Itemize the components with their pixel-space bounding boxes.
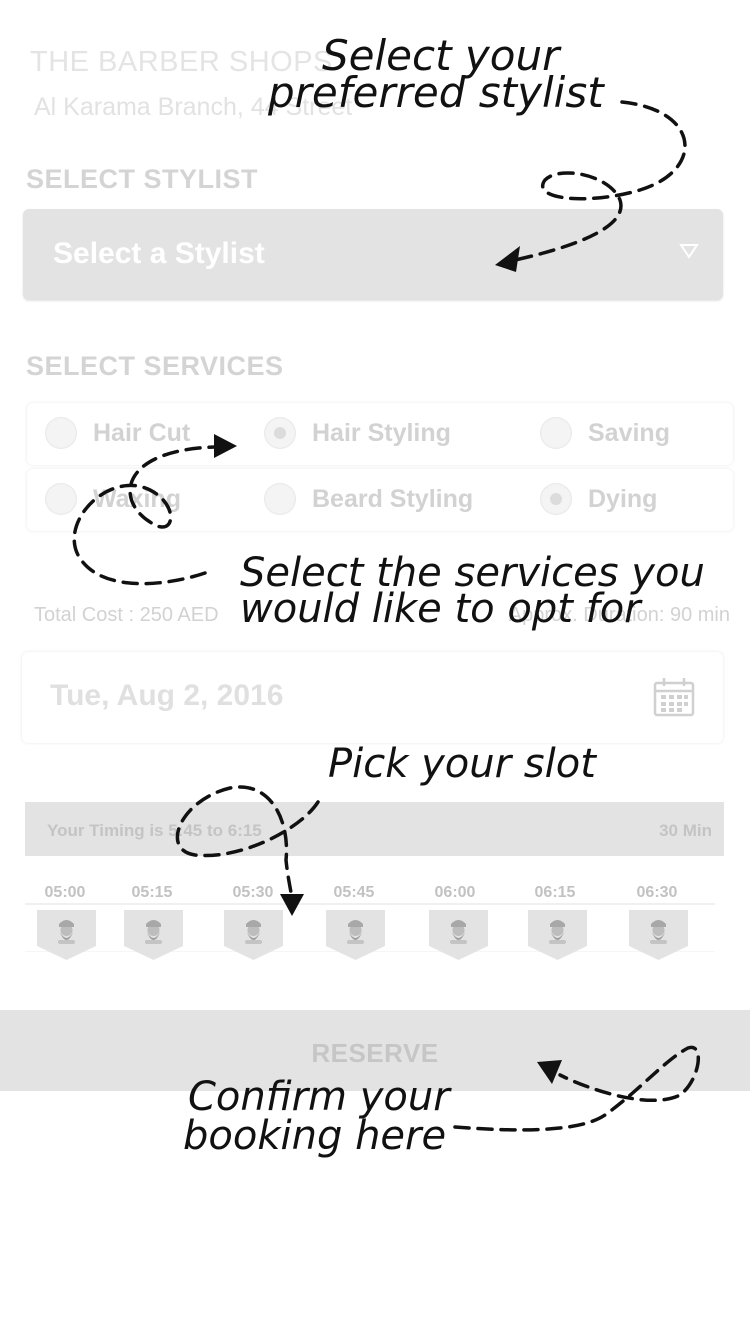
arrowhead-stylist (495, 246, 520, 272)
arrowhead-slot (280, 894, 304, 916)
annotation-arrows (72, 100, 701, 1132)
arrowhead-confirm (537, 1060, 562, 1084)
dashed-arrow-stylist (513, 100, 687, 262)
arrowhead-services (214, 434, 237, 458)
dashed-arrow-services (72, 445, 217, 586)
dashed-arrow-slot (175, 785, 320, 902)
dashed-arrow-confirm (453, 1045, 701, 1132)
